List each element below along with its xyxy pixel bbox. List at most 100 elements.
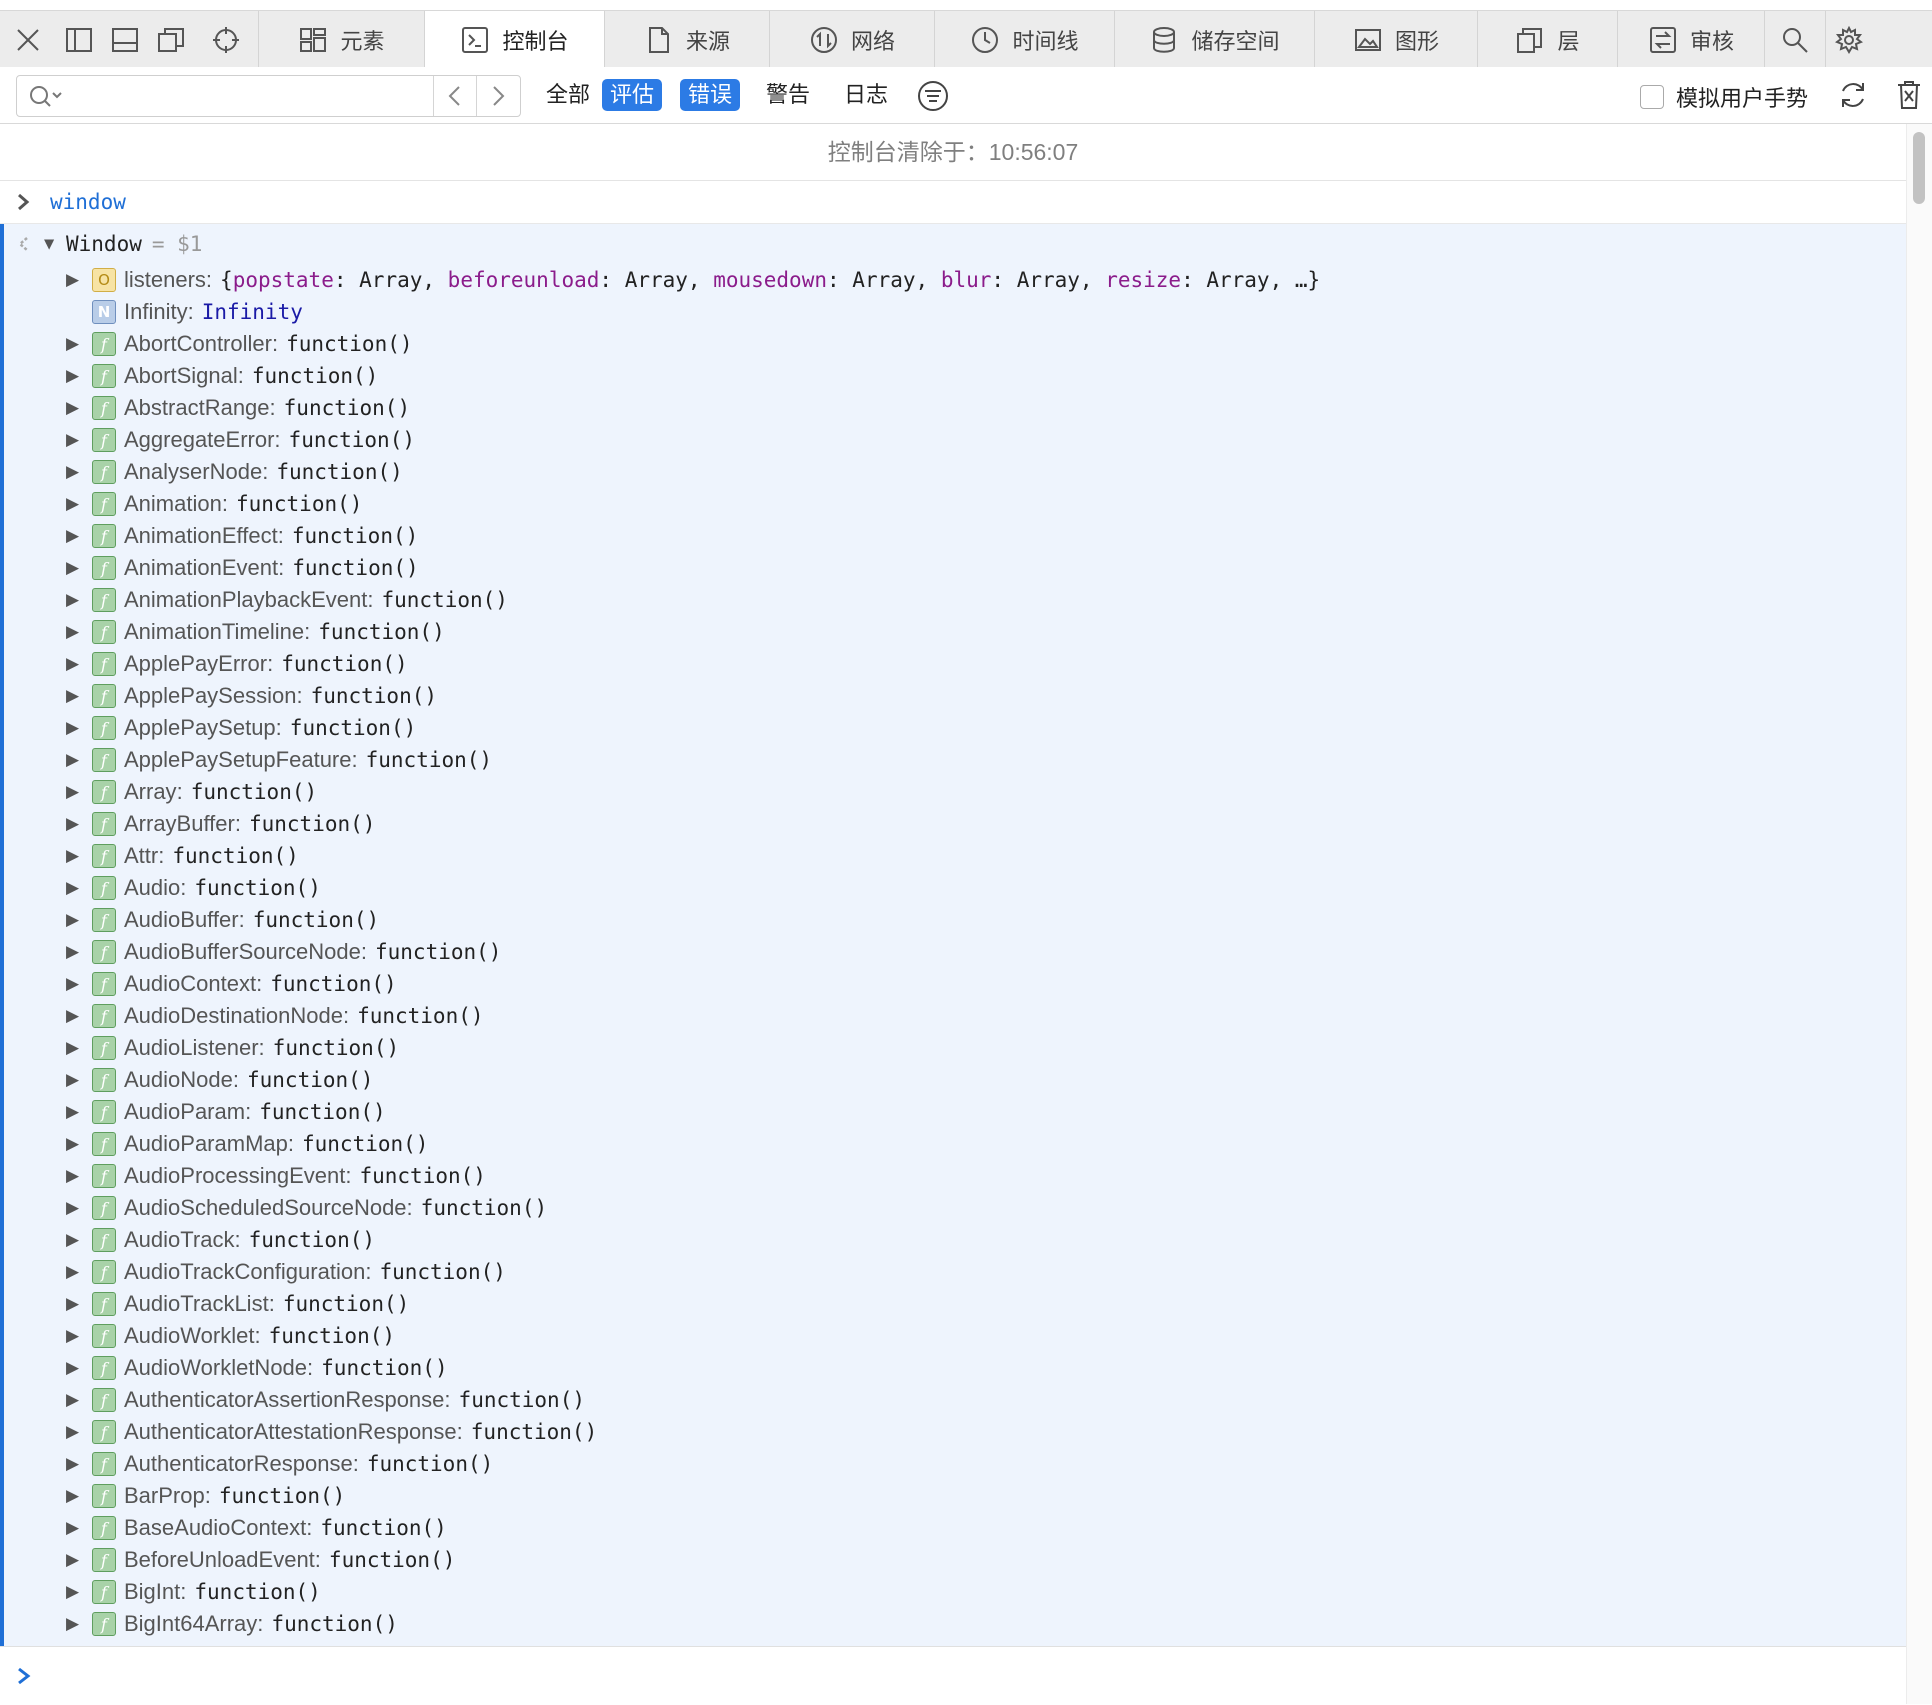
property-row[interactable]: ▶ f ApplePaySetupFeature: function() (4, 744, 1906, 776)
filter-tab-2[interactable]: 错误 (680, 79, 741, 111)
disclosure-triangle-icon[interactable]: ▶ (66, 782, 92, 802)
tab-timelines[interactable]: 时间线 (934, 11, 1114, 68)
disclosure-triangle-icon[interactable]: ▶ (66, 526, 92, 546)
disclosure-triangle-icon[interactable]: ▶ (66, 1070, 92, 1090)
previous-match-button[interactable] (433, 76, 476, 116)
property-row[interactable]: ▶ f BarProp: function() (4, 1480, 1906, 1512)
next-match-button[interactable] (476, 76, 519, 116)
tab-audit[interactable]: 审核 (1617, 11, 1764, 68)
disclosure-triangle-icon[interactable]: ▶ (66, 974, 92, 994)
filter-options-button[interactable] (916, 79, 950, 113)
property-row[interactable]: ▶ f AnimationEvent: function() (4, 552, 1906, 584)
disclosure-triangle-icon[interactable]: ▶ (66, 622, 92, 642)
disclosure-triangle-icon[interactable]: ▶ (66, 1582, 92, 1602)
disclosure-triangle-icon[interactable]: ▶ (66, 846, 92, 866)
property-row[interactable]: ▶ f AudioWorklet: function() (4, 1320, 1906, 1352)
property-row[interactable]: ▶ f AuthenticatorResponse: function() (4, 1448, 1906, 1480)
disclosure-triangle-icon[interactable]: ▶ (66, 366, 92, 386)
settings-button[interactable] (1825, 11, 1872, 68)
disclosure-triangle-icon[interactable]: ▶ (66, 270, 92, 290)
property-row[interactable]: ▶ f AudioBufferSourceNode: function() (4, 936, 1906, 968)
search-tab-button[interactable] (1764, 11, 1825, 68)
filter-search-input[interactable] (69, 77, 463, 115)
close-button[interactable] (0, 11, 56, 68)
property-row[interactable]: ▶ f AuthenticatorAttestationResponse: funct… (4, 1416, 1906, 1448)
property-row-listeners[interactable]: ▶ Olisteners: {popstate: Array, beforeunlo… (4, 264, 1906, 296)
filter-tab-0[interactable]: 全部 (538, 79, 598, 111)
property-row[interactable]: ▶ f AudioDestinationNode: function() (4, 1000, 1906, 1032)
tab-storage[interactable]: 储存空间 (1114, 11, 1314, 68)
disclosure-triangle-icon[interactable]: ▶ (66, 1422, 92, 1442)
result-header[interactable]: ▼ Window = $1 (4, 224, 1906, 264)
scrollbar-thumb[interactable] (1913, 132, 1925, 204)
disclosure-triangle-icon[interactable]: ▶ (66, 1006, 92, 1026)
tab-sources[interactable]: 来源 (604, 11, 769, 68)
disclosure-triangle-icon[interactable]: ▶ (66, 1358, 92, 1378)
simulate-user-gesture-toggle[interactable]: 模拟用户手势 (1640, 81, 1808, 113)
disclosure-triangle-icon[interactable]: ▶ (66, 334, 92, 354)
filter-tab-1[interactable]: 评估 (602, 79, 663, 111)
tab-network[interactable]: 网络 (769, 11, 934, 68)
property-row[interactable]: ▶ f AudioBuffer: function() (4, 904, 1906, 936)
dock-bottom-button[interactable] (102, 11, 148, 68)
disclosure-triangle-icon[interactable]: ▶ (66, 878, 92, 898)
disclosure-triangle-icon[interactable]: ▶ (66, 1326, 92, 1346)
console-scrollbar[interactable] (1906, 124, 1932, 1704)
disclosure-triangle-icon[interactable]: ▶ (66, 942, 92, 962)
property-row[interactable]: ▶ f AbortController: function() (4, 328, 1906, 360)
filter-tab-4[interactable]: 日志 (836, 79, 896, 111)
disclosure-triangle-icon[interactable]: ▶ (66, 1550, 92, 1570)
property-row[interactable]: ▶ f Audio: function() (4, 872, 1906, 904)
dock-left-button[interactable] (56, 11, 102, 68)
property-row[interactable]: ▶ f AudioContext: function() (4, 968, 1906, 1000)
property-row[interactable]: ▶ f AnalyserNode: function() (4, 456, 1906, 488)
property-row[interactable]: ▶ f AbstractRange: function() (4, 392, 1906, 424)
property-row[interactable]: ▶ f AbortSignal: function() (4, 360, 1906, 392)
disclosure-triangle-icon[interactable]: ▶ (66, 1198, 92, 1218)
property-row[interactable]: ▶ f BigInt64Array: function() (4, 1608, 1906, 1640)
disclosure-triangle-icon[interactable]: ▶ (66, 1390, 92, 1410)
property-row-infinity[interactable]: ▶NInfinity:Infinity (4, 296, 1906, 328)
disclosure-triangle-icon[interactable]: ▶ (66, 558, 92, 578)
property-row[interactable]: ▶ f AnimationEffect: function() (4, 520, 1906, 552)
disclosure-triangle-icon[interactable]: ▶ (66, 1262, 92, 1282)
disclosure-triangle-icon[interactable]: ▶ (66, 1294, 92, 1314)
property-row[interactable]: ▶ f AudioProcessingEvent: function() (4, 1160, 1906, 1192)
property-row[interactable]: ▶ f Array: function() (4, 776, 1906, 808)
disclosure-triangle-icon[interactable]: ▶ (66, 1614, 92, 1634)
property-row[interactable]: ▶ f AudioTrack: function() (4, 1224, 1906, 1256)
disclosure-triangle-icon[interactable]: ▶ (66, 654, 92, 674)
disclosure-triangle-icon[interactable]: ▶ (66, 1486, 92, 1506)
disclosure-triangle-icon[interactable]: ▶ (66, 686, 92, 706)
disclosure-triangle-icon[interactable]: ▶ (66, 750, 92, 770)
tab-elements[interactable]: 元素 (258, 11, 424, 68)
property-row[interactable]: ▶ f AudioTrackList: function() (4, 1288, 1906, 1320)
filter-tab-3[interactable]: 警告 (758, 79, 818, 111)
property-row[interactable]: ▶ f AudioParam: function() (4, 1096, 1906, 1128)
property-row[interactable]: ▶ f ApplePaySetup: function() (4, 712, 1906, 744)
property-row[interactable]: ▶ f BeforeUnloadEvent: function() (4, 1544, 1906, 1576)
disclosure-triangle-icon[interactable]: ▶ (66, 718, 92, 738)
clear-console-button[interactable] (1894, 79, 1924, 111)
disclosure-triangle-icon[interactable]: ▶ (66, 398, 92, 418)
property-row[interactable]: ▶ f Animation: function() (4, 488, 1906, 520)
property-row[interactable]: ▶ f ApplePaySession: function() (4, 680, 1906, 712)
console-prompt[interactable] (0, 1646, 1906, 1705)
property-row[interactable]: ▶ f AudioWorkletNode: function() (4, 1352, 1906, 1384)
disclosure-triangle-icon[interactable]: ▶ (66, 1454, 92, 1474)
property-row[interactable]: ▶ f Attr: function() (4, 840, 1906, 872)
property-row[interactable]: ▶ f AudioTrackConfiguration: function() (4, 1256, 1906, 1288)
property-row[interactable]: ▶ f AudioParamMap: function() (4, 1128, 1906, 1160)
reload-button[interactable] (1836, 78, 1870, 112)
property-row[interactable]: ▶ f AggregateError: function() (4, 424, 1906, 456)
disclosure-triangle-icon[interactable]: ▶ (66, 462, 92, 482)
disclosure-triangle-icon[interactable]: ▶ (66, 1166, 92, 1186)
disclosure-triangle-icon[interactable]: ▶ (66, 494, 92, 514)
tab-console[interactable]: 控制台 (424, 11, 604, 68)
property-row[interactable]: ▶ f AudioListener: function() (4, 1032, 1906, 1064)
search-icon[interactable] (27, 82, 67, 110)
property-row[interactable]: ▶ f AnimationTimeline: function() (4, 616, 1906, 648)
property-row[interactable]: ▶ f AnimationPlaybackEvent: function() (4, 584, 1906, 616)
expanded-triangle-icon[interactable]: ▼ (44, 234, 66, 254)
simulate-user-gesture-checkbox[interactable] (1640, 85, 1664, 109)
